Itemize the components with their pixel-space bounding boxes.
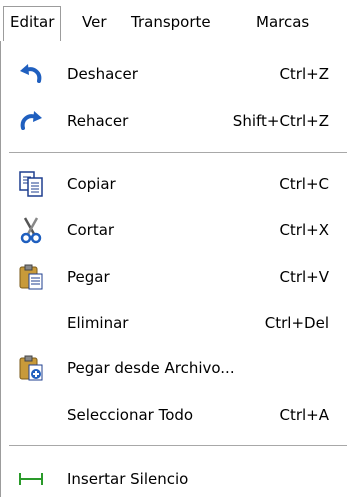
menu-item-label: Pegar desde Archivo... xyxy=(67,359,235,377)
redo-icon xyxy=(17,107,45,135)
edit-dropdown-menu: Deshacer Ctrl+Z Rehacer Shift+Ctrl+Z Cop… xyxy=(0,41,352,497)
shortcut-label: Ctrl+Del xyxy=(264,314,329,332)
menu-separator xyxy=(9,445,347,447)
copy-icon xyxy=(17,170,45,198)
shortcut-label: Ctrl+V xyxy=(279,268,329,286)
menu-item-label: Seleccionar Todo xyxy=(67,406,194,424)
menu-item-label: Cortar xyxy=(67,221,115,239)
undo-icon xyxy=(17,60,45,88)
menu-item-eliminar[interactable]: Eliminar Ctrl+Del xyxy=(1,305,352,341)
menu-item-copiar[interactable]: Copiar Ctrl+C xyxy=(1,166,352,202)
menu-item-pegar-desde-archivo[interactable]: Pegar desde Archivo... xyxy=(1,350,352,386)
paste-from-file-icon xyxy=(17,354,45,382)
menu-item-label: Insertar Silencio xyxy=(67,470,189,488)
menu-item-label: Eliminar xyxy=(67,314,129,332)
menu-item-label: Deshacer xyxy=(67,65,138,83)
menu-editar[interactable]: Editar xyxy=(3,6,62,42)
shortcut-label: Ctrl+Z xyxy=(279,65,329,83)
shortcut-label: Shift+Ctrl+Z xyxy=(232,112,329,130)
menu-item-pegar[interactable]: Pegar Ctrl+V xyxy=(1,259,352,295)
paste-icon xyxy=(17,263,45,291)
shortcut-label: Ctrl+X xyxy=(279,221,329,239)
insert-silence-icon xyxy=(17,465,45,493)
menu-item-insertar-silencio[interactable]: Insertar Silencio xyxy=(1,461,352,497)
menu-bar: Editar Ver Transporte Marcas xyxy=(0,0,352,42)
menu-transporte[interactable]: Transporte xyxy=(131,11,211,33)
menu-item-label: Copiar xyxy=(67,175,116,193)
shortcut-label: Ctrl+A xyxy=(279,406,329,424)
scissors-icon xyxy=(17,216,45,244)
shortcut-label: Ctrl+C xyxy=(279,175,329,193)
menu-item-cortar[interactable]: Cortar Ctrl+X xyxy=(1,212,352,248)
menu-marcas[interactable]: Marcas xyxy=(256,11,309,33)
menu-item-label: Rehacer xyxy=(67,112,129,130)
menu-ver[interactable]: Ver xyxy=(82,11,107,33)
menu-item-seleccionar-todo[interactable]: Seleccionar Todo Ctrl+A xyxy=(1,397,352,433)
menu-separator xyxy=(9,152,347,154)
menu-item-label: Pegar xyxy=(67,268,110,286)
menu-item-rehacer[interactable]: Rehacer Shift+Ctrl+Z xyxy=(1,103,352,139)
menu-item-deshacer[interactable]: Deshacer Ctrl+Z xyxy=(1,56,352,92)
